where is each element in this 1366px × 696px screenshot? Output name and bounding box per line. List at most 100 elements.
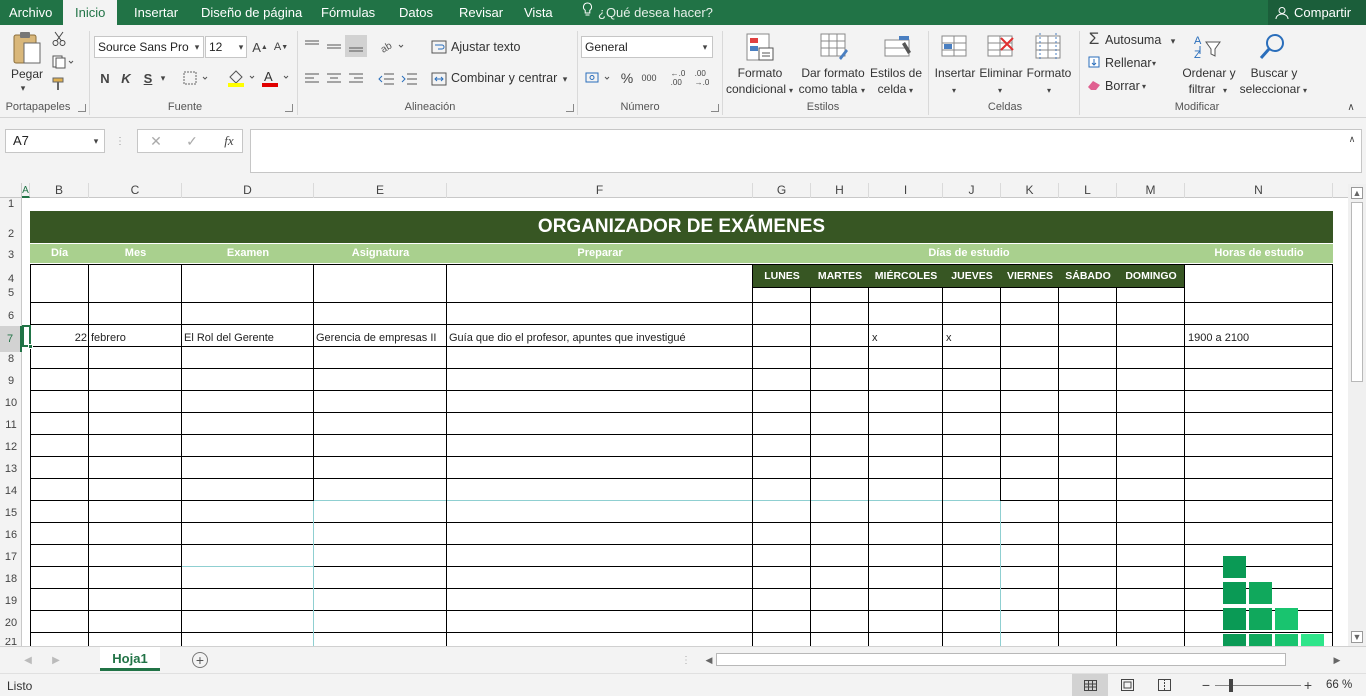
number-format-select[interactable]: General: [581, 36, 713, 58]
chevron-down-icon[interactable]: ▾: [700, 38, 710, 56]
chevron-down-icon[interactable]: ▾: [859, 84, 867, 96]
chevron-down-icon[interactable]: ▾: [560, 72, 570, 86]
menu-tab-inicio[interactable]: Inicio: [63, 0, 118, 25]
column-header-d[interactable]: D: [182, 183, 314, 198]
chevron-down-icon[interactable]: ▾: [90, 132, 102, 150]
copy-icon[interactable]: [50, 53, 76, 71]
conditional-format-label-2[interactable]: condicional: [723, 82, 789, 96]
share-button[interactable]: Compartir: [1268, 0, 1366, 25]
format-as-table-label-1[interactable]: Dar formato: [798, 66, 868, 80]
column-header-l[interactable]: L: [1059, 183, 1117, 198]
cell-styles-label-1[interactable]: Estilos de: [868, 66, 924, 80]
chevron-down-icon[interactable]: ▾: [1140, 80, 1148, 92]
drag-handle-icon[interactable]: ⋮: [115, 132, 125, 150]
chevron-down-icon[interactable]: ▾: [236, 38, 246, 56]
dialog-launcher-icon[interactable]: [711, 104, 719, 112]
row-header[interactable]: 6: [0, 309, 22, 323]
increase-font-icon[interactable]: A ▲: [252, 37, 268, 57]
sort-filter-label-1[interactable]: Ordenar y: [1180, 66, 1238, 80]
sheet-tab-hoja1[interactable]: Hoja1: [100, 647, 160, 671]
chevron-down-icon[interactable]: ▾: [787, 84, 795, 96]
increase-decimal-icon[interactable]: ←.0.00: [668, 69, 688, 87]
cancel-icon[interactable]: ✕: [147, 132, 165, 150]
autosum-button[interactable]: Autosuma: [1105, 33, 1161, 47]
merge-center-icon[interactable]: [431, 71, 447, 87]
column-header-m[interactable]: M: [1117, 183, 1185, 198]
row-header[interactable]: 12: [0, 440, 22, 454]
fill-down-icon[interactable]: [1087, 55, 1101, 69]
row-header[interactable]: 8: [0, 352, 22, 366]
cell-jueves[interactable]: x: [946, 332, 996, 344]
column-header-b[interactable]: B: [30, 183, 89, 198]
sort-filter-label-2[interactable]: filtrar: [1182, 82, 1222, 96]
decrease-indent-icon[interactable]: [377, 70, 395, 88]
find-select-label-1[interactable]: Buscar y: [1248, 66, 1300, 80]
row-header[interactable]: 21: [0, 638, 22, 646]
collapse-formula-icon[interactable]: ∧: [1346, 133, 1358, 145]
cell-styles-icon[interactable]: [881, 31, 915, 63]
add-sheet-icon[interactable]: +: [192, 652, 208, 668]
confirm-icon[interactable]: ✓: [183, 132, 201, 150]
cell-preparar[interactable]: Guía que dio el profesor, apuntes que in…: [449, 332, 749, 344]
eraser-icon[interactable]: [1087, 78, 1101, 92]
cell-dia[interactable]: 22: [32, 332, 87, 344]
italic-button[interactable]: K: [119, 69, 133, 87]
chevron-down-icon[interactable]: ▾: [1301, 84, 1309, 96]
align-bottom-icon[interactable]: [345, 35, 367, 57]
magnifier-icon[interactable]: [1256, 31, 1290, 63]
menu-tab-insertar[interactable]: Insertar: [132, 0, 180, 25]
zoom-in-icon[interactable]: +: [1302, 677, 1314, 693]
cell-asignatura[interactable]: Gerencia de empresas II: [316, 332, 445, 344]
dialog-launcher-icon[interactable]: [285, 104, 293, 112]
font-name-select[interactable]: Source Sans Pro: [94, 36, 204, 58]
cell-mes[interactable]: febrero: [91, 332, 179, 344]
column-header-i[interactable]: I: [869, 183, 943, 198]
delete-cells-icon[interactable]: [984, 31, 1018, 63]
row-header[interactable]: 19: [0, 594, 22, 608]
chevron-down-icon[interactable]: ▾: [1045, 84, 1053, 96]
menu-tab-formulas[interactable]: Fórmulas: [319, 0, 377, 25]
chevron-down-icon[interactable]: ▾: [16, 83, 30, 93]
row-header[interactable]: 10: [0, 396, 22, 410]
decrease-font-icon[interactable]: A ▼: [273, 37, 289, 57]
collapse-ribbon-icon[interactable]: ∧: [1344, 101, 1358, 113]
menu-tab-datos[interactable]: Datos: [397, 0, 435, 25]
fill-button[interactable]: Rellenar: [1105, 56, 1152, 70]
column-header-e[interactable]: E: [314, 183, 447, 198]
column-header-h[interactable]: H: [811, 183, 869, 198]
cell-styles-label-2[interactable]: celda: [876, 82, 908, 96]
conditional-format-label-1[interactable]: Formato: [736, 66, 784, 80]
clear-button[interactable]: Borrar: [1105, 79, 1140, 93]
row-header[interactable]: 15: [0, 506, 22, 520]
vertical-scrollbar[interactable]: ▲ ▼: [1348, 184, 1366, 646]
dialog-launcher-icon[interactable]: [566, 104, 574, 112]
row-header[interactable]: 3: [0, 246, 22, 264]
scroll-right-icon[interactable]: ▶: [1331, 653, 1343, 667]
thousands-button[interactable]: 000: [640, 69, 658, 87]
menu-tab-revisar[interactable]: Revisar: [457, 0, 505, 25]
borders-icon[interactable]: [182, 69, 212, 87]
sigma-icon[interactable]: Σ: [1086, 29, 1102, 48]
scroll-thumb[interactable]: [1351, 202, 1363, 382]
row-header[interactable]: 14: [0, 484, 22, 498]
menu-tab-diseno[interactable]: Diseño de página: [199, 0, 304, 25]
find-select-label-2[interactable]: seleccionar: [1238, 82, 1302, 96]
fill-handle[interactable]: [28, 344, 33, 349]
horizontal-scroll-thumb[interactable]: [716, 653, 1286, 666]
align-top-icon[interactable]: [303, 37, 321, 55]
sort-filter-icon[interactable]: AZ: [1190, 31, 1224, 63]
cell-horas[interactable]: 1900 a 2100: [1188, 332, 1328, 344]
chevron-down-icon[interactable]: ▾: [1150, 57, 1158, 69]
paste-icon[interactable]: [10, 30, 44, 68]
row-header[interactable]: 9: [0, 374, 22, 388]
scroll-up-icon[interactable]: ▲: [1351, 187, 1363, 199]
currency-format-icon[interactable]: [584, 68, 614, 88]
percent-button[interactable]: %: [619, 69, 635, 87]
chevron-down-icon[interactable]: ▾: [996, 84, 1004, 96]
cut-icon[interactable]: [50, 30, 68, 48]
chevron-down-icon[interactable]: ▾: [950, 84, 958, 96]
format-cells-icon[interactable]: [1032, 31, 1066, 63]
row-header[interactable]: 13: [0, 462, 22, 476]
wrap-text-button[interactable]: Ajustar texto: [451, 40, 520, 54]
format-as-table-icon[interactable]: [817, 31, 851, 63]
